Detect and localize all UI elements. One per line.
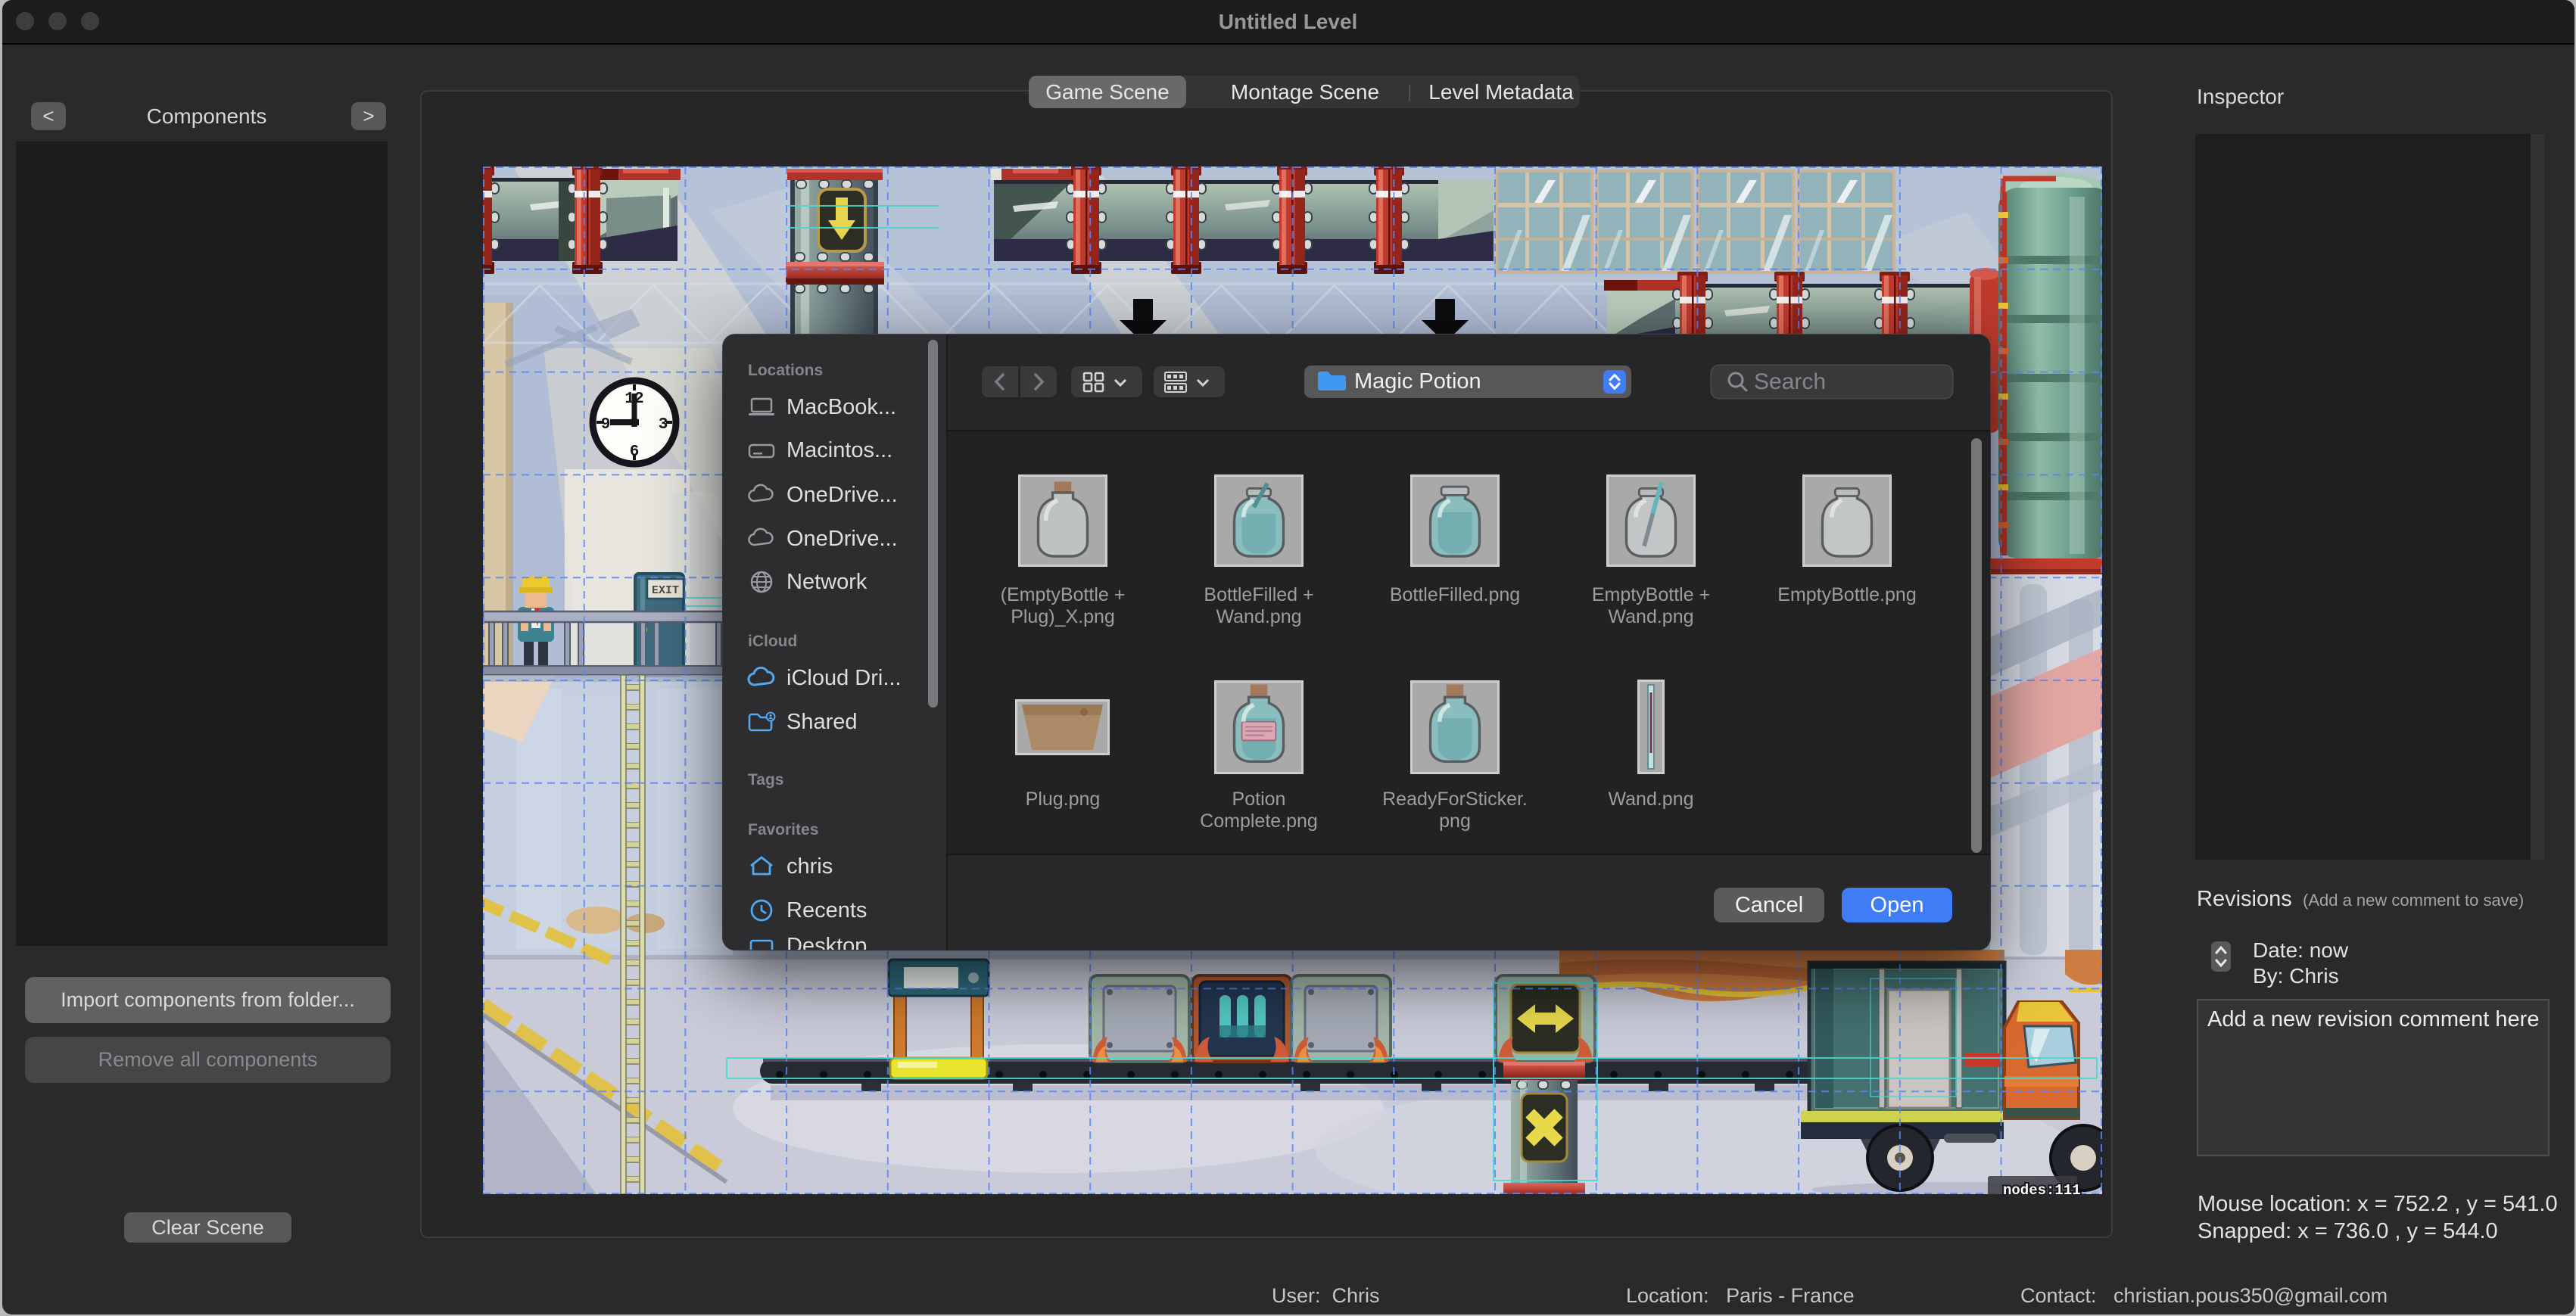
svg-text:9: 9 [601,416,611,434]
svg-text:EXIT: EXIT [652,584,679,597]
svg-text:6: 6 [630,443,640,461]
svg-text:nodes:111: nodes:111 [2003,1182,2081,1194]
svg-text:3: 3 [659,416,668,434]
